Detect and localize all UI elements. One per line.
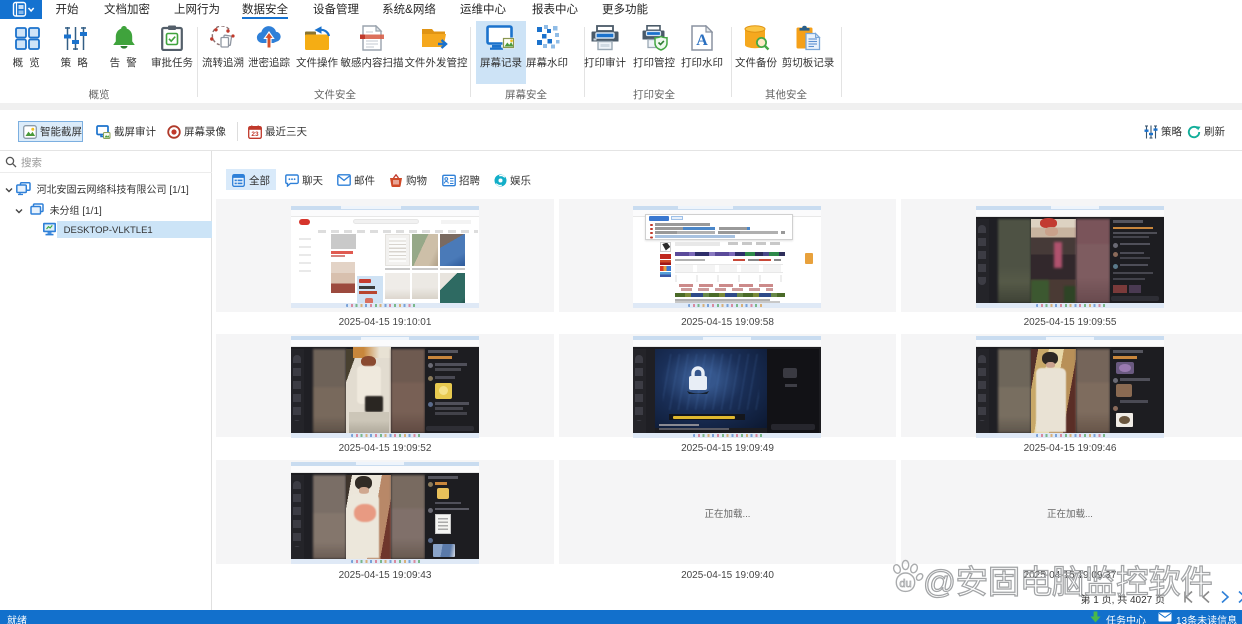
svg-text:du: du [899,578,911,590]
svg-text:@安固电脑监控软件: @安固电脑监控软件 [923,564,1212,600]
svg-text:23: 23 [251,131,259,138]
svg-text:A: A [696,32,708,49]
